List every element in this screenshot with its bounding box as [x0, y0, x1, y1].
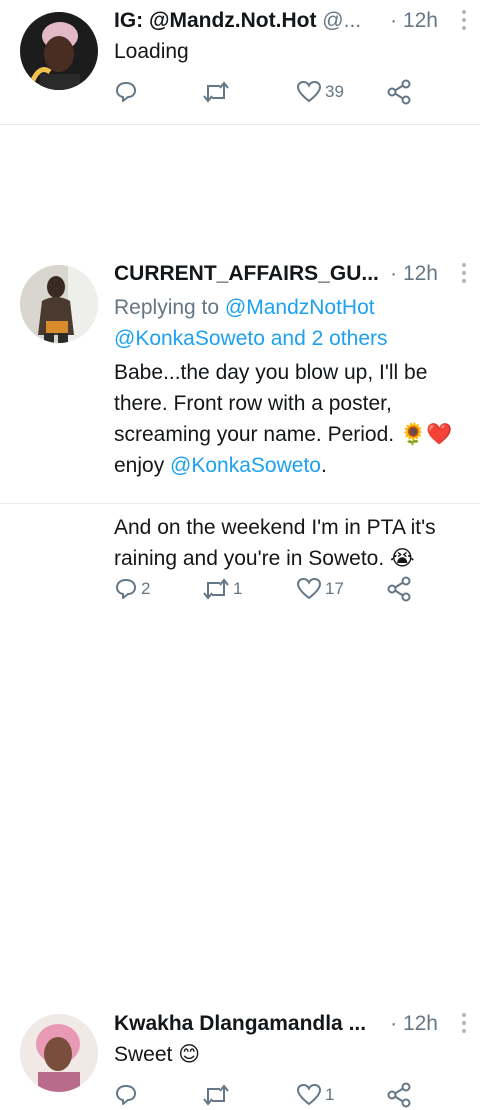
retweet-button[interactable]	[202, 1080, 230, 1110]
timestamp[interactable]: · 12h	[390, 8, 438, 34]
tweet[interactable]: Kwakha Dlangamandla ... · 12h Sweet 😊 1	[0, 504, 480, 1108]
share-button[interactable]	[386, 1080, 412, 1110]
tweet-header: CURRENT_AFFAIRS_GU... · 12h	[114, 261, 466, 287]
share-icon	[387, 1082, 411, 1108]
more-icon[interactable]	[462, 1013, 466, 1035]
more-icon[interactable]	[462, 263, 466, 285]
retweet-icon	[203, 1084, 229, 1106]
tweet[interactable]: CURRENT_AFFAIRS_GU... · 12h Replying to …	[0, 125, 480, 602]
text-line: Babe...the day you blow up, I'll be	[114, 361, 428, 384]
text-fragment: enjoy	[114, 454, 171, 477]
more-icon[interactable]	[462, 10, 466, 32]
tweet-text: Sweet 😊	[114, 1043, 201, 1066]
share-icon	[387, 79, 411, 105]
avatar[interactable]	[20, 1014, 98, 1092]
text-line: there. Front row with a poster,	[114, 392, 392, 415]
display-name[interactable]: IG: @Mandz.Not.Hot	[114, 9, 316, 32]
reply-icon	[116, 82, 136, 102]
tweet-header: Kwakha Dlangamandla ... · 12h	[114, 1011, 466, 1037]
heart-icon	[296, 80, 322, 103]
avatar[interactable]	[20, 12, 98, 90]
display-name[interactable]: CURRENT_AFFAIRS_GU...	[114, 262, 379, 285]
mention-link[interactable]: @MandzNotHot	[225, 296, 375, 319]
mention-link-others[interactable]: @KonkaSoweto and 2 others	[114, 327, 388, 350]
tweet-actions: 1	[114, 1080, 414, 1110]
reply-icon	[116, 1085, 136, 1105]
like-button[interactable]: 39	[296, 77, 344, 107]
reply-button[interactable]	[114, 77, 138, 107]
reply-button[interactable]	[114, 1080, 138, 1110]
text-fragment: .	[320, 454, 327, 477]
share-button[interactable]	[386, 77, 412, 107]
replying-to: Replying to @MandzNotHot @KonkaSoweto an…	[114, 292, 388, 354]
mention-link[interactable]: @KonkaSoweto	[170, 454, 321, 477]
tweet-text: Loading	[114, 40, 189, 63]
text-line: enjoy @KonkaSoweto.	[114, 450, 466, 481]
retweet-icon	[203, 81, 229, 103]
text-line: screaming your name. Period. 🌻❤️	[114, 423, 453, 446]
retweet-button[interactable]	[202, 77, 230, 107]
avatar[interactable]	[20, 265, 98, 343]
heart-icon	[296, 1083, 322, 1106]
user-handle[interactable]: @...	[322, 9, 361, 32]
tweet[interactable]: IG: @Mandz.Not.Hot @... · 12h Loading 39	[0, 0, 480, 125]
timestamp[interactable]: · 12h	[390, 261, 438, 287]
tweet-header: IG: @Mandz.Not.Hot @... · 12h	[114, 8, 466, 34]
display-name[interactable]: Kwakha Dlangamandla ...	[114, 1012, 366, 1035]
timestamp[interactable]: · 12h	[390, 1011, 438, 1037]
like-count: 39	[325, 82, 344, 101]
like-button[interactable]: 1	[296, 1080, 334, 1110]
tweet-actions: 39	[114, 77, 414, 107]
like-count: 1	[325, 1085, 335, 1104]
replying-prefix: Replying to	[114, 296, 225, 319]
